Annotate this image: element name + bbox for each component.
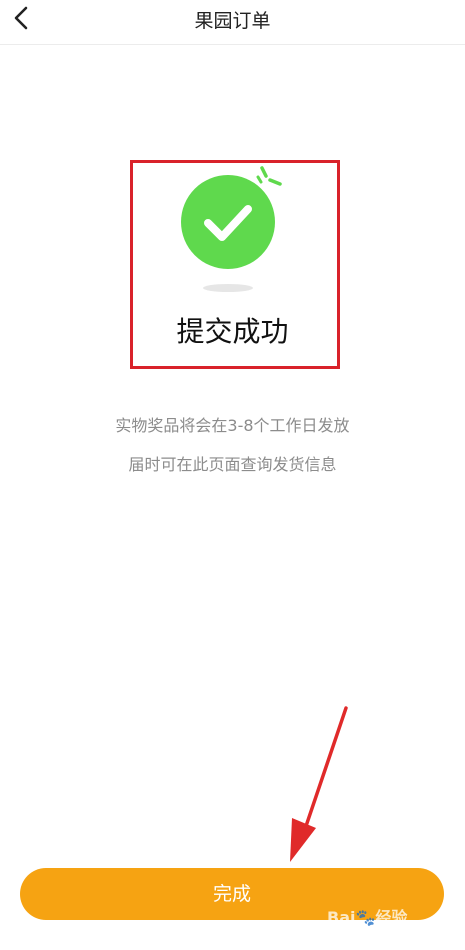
watermark-url: jingyan.baidu.com [329, 924, 413, 934]
annotation-arrow [290, 706, 348, 862]
check-circle-icon [181, 166, 282, 292]
order-success-page: 果园订单 提交成功 实物奖品将会在3-8个工作日发放 届时可在此页面查询发货信息… [0, 0, 465, 950]
page-title: 果园订单 [194, 10, 271, 32]
nav-bar: 果园订单 [0, 0, 465, 45]
info-text-delivery-time: 实物奖品将会在3-8个工作日发放 [115, 416, 350, 435]
watermark: Bai🐾经验 jingyan.baidu.com [327, 904, 447, 940]
success-title: 提交成功 [176, 315, 289, 348]
info-text-query-hint: 届时可在此页面查询发货信息 [128, 455, 337, 474]
